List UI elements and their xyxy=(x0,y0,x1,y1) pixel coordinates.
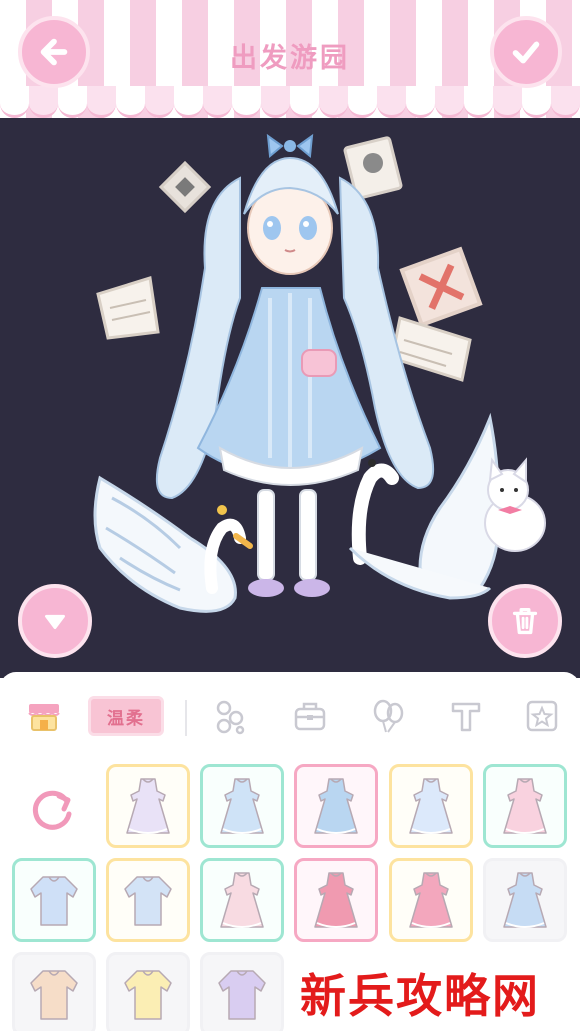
awning-scallop xyxy=(551,86,580,118)
dressup-stage xyxy=(0,118,580,678)
flower-accessory-icon xyxy=(216,700,245,735)
floating-letter-left[interactable] xyxy=(96,276,160,340)
doll-character[interactable] xyxy=(156,133,434,597)
delete-button[interactable] xyxy=(488,584,562,658)
tab-text[interactable] xyxy=(444,694,488,738)
awning-scallop xyxy=(493,86,522,118)
item-rose-ruffle-dress[interactable] xyxy=(389,858,473,942)
category-tabs: 温柔 xyxy=(0,672,580,758)
item-red-sweater-dress[interactable] xyxy=(294,858,378,942)
garment-top-icon xyxy=(30,970,78,1020)
tab-balloon[interactable] xyxy=(366,694,410,738)
tab-shop[interactable] xyxy=(22,694,66,738)
item-light-blue-gown[interactable] xyxy=(389,764,473,848)
garment-top-icon xyxy=(30,876,78,926)
check-icon xyxy=(512,41,540,64)
garment-dress-icon xyxy=(314,872,358,928)
header-awning: 出发游园 xyxy=(0,0,580,118)
awning-scallops xyxy=(0,86,580,118)
awning-scallop xyxy=(145,86,174,118)
awning-scallop xyxy=(464,86,493,118)
triangle-down-icon xyxy=(45,614,65,630)
item-blue-blouse-skirt[interactable] xyxy=(12,858,96,942)
refresh-icon[interactable] xyxy=(26,784,78,836)
item-peach-cardigan[interactable] xyxy=(12,952,96,1031)
awning-scallop xyxy=(174,86,203,118)
item-blue-cami-dress[interactable] xyxy=(200,764,284,848)
awning-scallop xyxy=(232,86,261,118)
star-frame-icon xyxy=(526,700,558,732)
item-pink-gown[interactable] xyxy=(483,764,567,848)
garment-dress-icon xyxy=(126,778,170,834)
item-blue-lolita-dress[interactable] xyxy=(294,764,378,848)
trash-icon xyxy=(512,607,538,635)
tab-bag[interactable] xyxy=(288,694,332,738)
awning-scallop xyxy=(377,86,406,118)
text-icon xyxy=(451,702,481,732)
garment-top-icon xyxy=(124,970,172,1020)
tab-divider xyxy=(185,700,187,736)
item-pink-sweater-dress[interactable] xyxy=(200,858,284,942)
garment-dress-icon xyxy=(503,778,547,834)
back-button[interactable] xyxy=(18,16,90,88)
balloon-icon xyxy=(373,699,404,733)
tab-accessory[interactable] xyxy=(208,694,252,738)
awning-scallop xyxy=(522,86,551,118)
awning-scallop xyxy=(0,86,29,118)
garment-dress-icon xyxy=(314,778,358,834)
garment-dress-icon xyxy=(220,872,264,928)
awning-scallop xyxy=(29,86,58,118)
collapse-button[interactable] xyxy=(18,584,92,658)
awning-scallop xyxy=(203,86,232,118)
confirm-button[interactable] xyxy=(490,16,562,88)
garment-top-icon xyxy=(124,876,172,926)
item-blue-cardigan[interactable] xyxy=(106,858,190,942)
garment-dress-icon xyxy=(409,778,453,834)
character-scene xyxy=(93,133,546,613)
watermark-text: 新兵攻略网 xyxy=(300,969,540,1023)
garment-dress-icon xyxy=(220,778,264,834)
item-yellow-blouse[interactable] xyxy=(106,952,190,1031)
garment-dress-icon xyxy=(503,872,547,928)
item-lilac-cardigan[interactable] xyxy=(200,952,284,1031)
shop-icon xyxy=(28,704,60,731)
garment-top-icon xyxy=(218,970,266,1020)
item-lavender-dress[interactable] xyxy=(106,764,190,848)
style-tag-button[interactable]: 温柔 xyxy=(88,696,164,736)
awning-scallop xyxy=(348,86,377,118)
garment-dress-icon xyxy=(409,872,453,928)
awning-scallop xyxy=(261,86,290,118)
awning-scallop xyxy=(58,86,87,118)
awning-scallop xyxy=(406,86,435,118)
awning-scallop xyxy=(319,86,348,118)
item-blue-slip-dress[interactable] xyxy=(483,858,567,942)
awning-scallop xyxy=(435,86,464,118)
awning-scallop xyxy=(87,86,116,118)
bag-icon xyxy=(294,702,326,731)
white-cat[interactable] xyxy=(484,457,546,552)
floating-diamond-card[interactable] xyxy=(158,160,212,214)
awning-scallop xyxy=(116,86,145,118)
arrow-left-icon xyxy=(40,38,68,66)
floating-x-card[interactable] xyxy=(399,246,483,328)
tab-frame[interactable] xyxy=(520,694,564,738)
awning-scallop xyxy=(290,86,319,118)
